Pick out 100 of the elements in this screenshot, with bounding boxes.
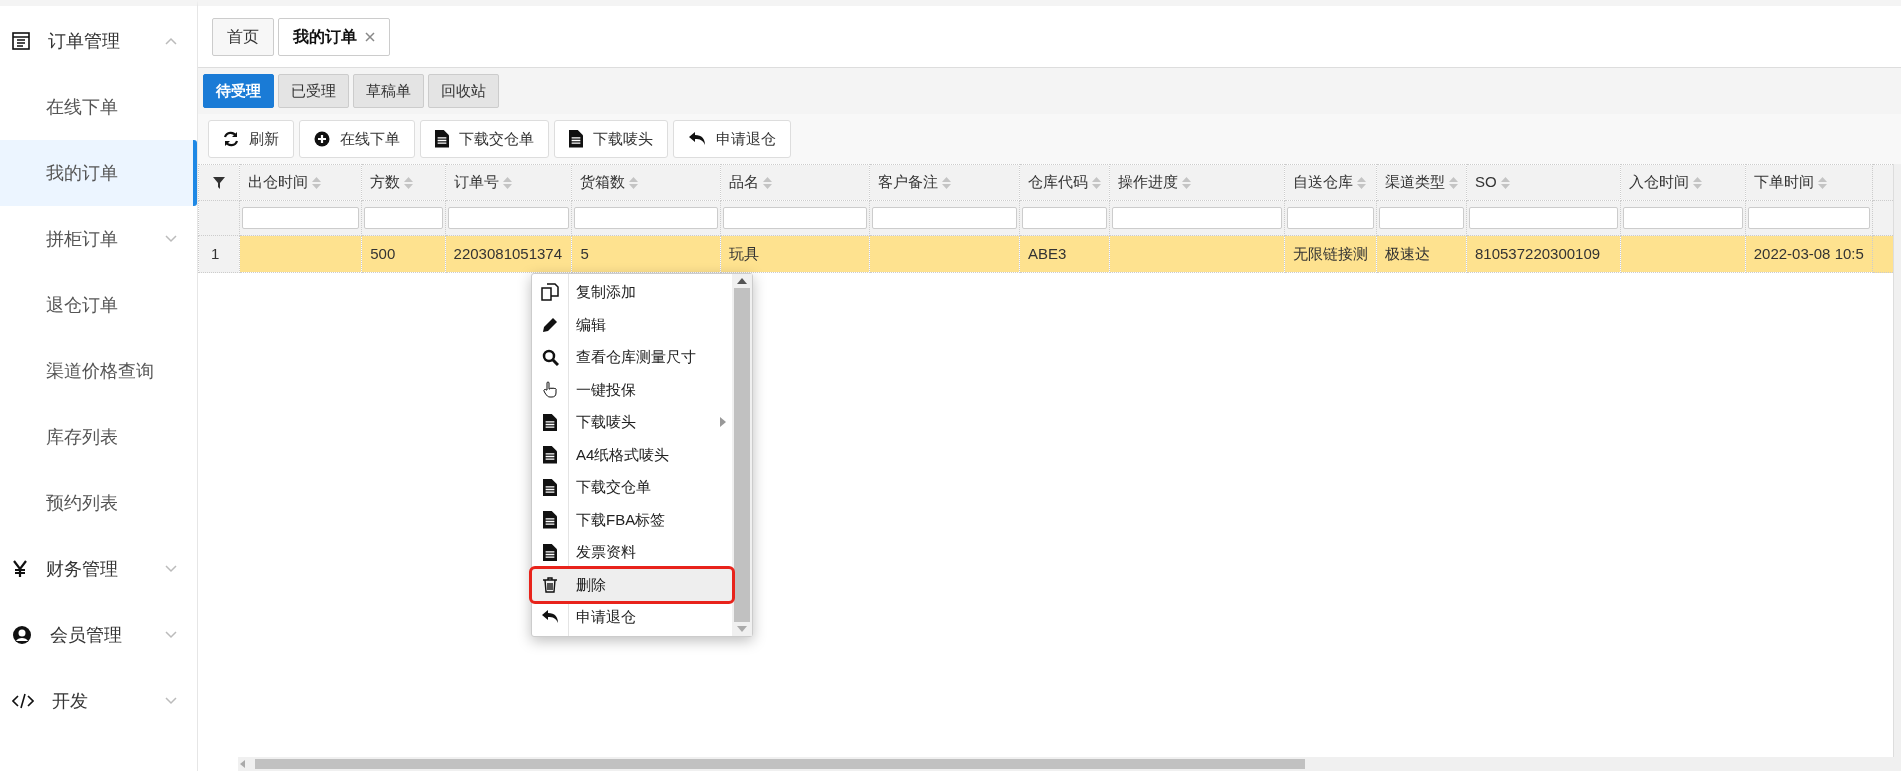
scrollbar-thumb[interactable]	[734, 288, 750, 622]
filter-field[interactable]	[872, 207, 1017, 229]
menu-item[interactable]: 一键投保	[532, 373, 732, 406]
sort-icon	[502, 176, 512, 189]
sort-icon	[1091, 176, 1101, 189]
pointing-hand-icon	[542, 381, 558, 399]
row-number: 1	[211, 244, 220, 262]
sort-icon	[1181, 176, 1191, 189]
close-icon	[365, 31, 375, 42]
filter-field[interactable]	[1111, 207, 1282, 229]
menu-item[interactable]: 申请退仓	[532, 601, 732, 634]
table-cell: 2022-03-08 10:5	[1753, 244, 1864, 262]
scrollbar-track[interactable]	[1893, 164, 1901, 757]
pencil-icon	[542, 316, 558, 333]
sort-icon	[1693, 176, 1703, 189]
menu-item[interactable]: 下载交仓单	[532, 471, 732, 504]
menu-item[interactable]: 下载唛头	[532, 406, 732, 439]
filter-field[interactable]	[1469, 207, 1619, 229]
sort-icon	[1817, 176, 1827, 189]
sort-icon	[404, 176, 414, 189]
table-cell: 500	[370, 244, 396, 262]
filter-field[interactable]	[1379, 207, 1464, 229]
sort-icon	[629, 176, 639, 189]
toolbar-button[interactable]: 刷新	[208, 120, 294, 158]
sidebar-group[interactable]: 财务管理	[0, 536, 197, 602]
user-circle-icon	[12, 625, 32, 645]
sidebar-group[interactable]: 开发	[0, 668, 197, 734]
column-header[interactable]: 品名	[729, 171, 760, 194]
table-cell: ABE3	[1027, 244, 1067, 262]
status-tab[interactable]: 回收站	[428, 74, 499, 108]
table-cell: 5	[580, 244, 589, 262]
filter-field[interactable]	[574, 207, 719, 229]
filter-field[interactable]	[364, 207, 443, 229]
code-icon	[12, 693, 34, 709]
document-icon	[543, 478, 557, 496]
toolbar-button[interactable]: 下载交仓单	[420, 120, 549, 158]
menu-item[interactable]: 编辑	[532, 308, 732, 341]
filter-field[interactable]	[723, 207, 868, 229]
menu-item[interactable]: A4纸格式唛头	[532, 438, 732, 471]
status-tab[interactable]: 已受理	[278, 74, 349, 108]
menu-item[interactable]: 复制添加	[532, 276, 732, 309]
scroll-down-icon	[737, 625, 747, 632]
sort-icon	[942, 176, 952, 189]
sidebar-group[interactable]: 订单管理	[0, 8, 197, 74]
status-tab[interactable]: 草稿单	[353, 74, 424, 108]
document-icon	[543, 543, 557, 561]
toolbar-button[interactable]: 在线下单	[299, 120, 415, 158]
sort-icon	[763, 176, 773, 189]
chevron-down-icon	[165, 235, 177, 243]
menu-item[interactable]: 查看仓库测量尺寸	[532, 341, 732, 374]
table-cell: 2203081051374	[453, 244, 563, 262]
sidebar-item[interactable]: 在线下单	[0, 74, 197, 140]
sidebar-item[interactable]: 退仓订单	[0, 272, 197, 338]
page-tab[interactable]: 我的订单	[278, 17, 390, 56]
filter-field[interactable]	[1747, 207, 1870, 229]
table-cell: 玩具	[729, 244, 760, 262]
submenu-arrow-icon	[720, 417, 726, 428]
trash-icon	[543, 576, 557, 593]
scroll-left-icon[interactable]	[240, 760, 245, 768]
sidebar-group[interactable]: 会员管理	[0, 602, 197, 668]
filter-field[interactable]	[447, 207, 570, 229]
document-icon	[543, 413, 557, 431]
status-tab[interactable]: 待受理	[203, 74, 274, 108]
page-tab[interactable]: 首页	[212, 17, 274, 56]
document-icon	[543, 446, 557, 464]
filter-icon	[212, 176, 225, 189]
sidebar-item[interactable]: 渠道价格查询	[0, 338, 197, 404]
sort-icon	[1500, 176, 1510, 189]
reply-arrow-icon	[688, 131, 706, 147]
document-icon	[435, 130, 449, 148]
plus-circle-icon	[314, 131, 330, 147]
table-cell: 极速达	[1385, 244, 1430, 262]
refresh-icon	[223, 131, 239, 147]
filter-field[interactable]	[1287, 207, 1374, 229]
sidebar-item[interactable]: 我的订单	[0, 140, 197, 206]
filter-field[interactable]	[1623, 207, 1743, 229]
toolbar-button[interactable]: 下载唛头	[554, 120, 668, 158]
scrollbar-thumb[interactable]	[255, 759, 1305, 769]
document-icon	[543, 511, 557, 529]
sort-icon	[1449, 176, 1458, 189]
table-cell: 无限链接测	[1293, 244, 1368, 262]
menu-item[interactable]: 删除	[532, 568, 732, 601]
form-icon	[12, 32, 30, 50]
table-cell: 810537220300109	[1475, 244, 1601, 262]
document-icon	[569, 130, 583, 148]
sort-icon	[1357, 176, 1366, 189]
sidebar-item[interactable]: 预约列表	[0, 470, 197, 536]
yen-icon	[12, 560, 28, 578]
sidebar-item[interactable]: 拼柜订单	[0, 206, 197, 272]
filter-field[interactable]	[1021, 207, 1107, 229]
column-header[interactable]: 货箱数	[580, 171, 626, 194]
toolbar-button[interactable]: 申请退仓	[673, 120, 791, 158]
column-header[interactable]: SO	[1475, 171, 1497, 194]
menu-item[interactable]: 发票资料	[532, 536, 732, 569]
menu-item[interactable]: 下载FBA标签	[532, 503, 732, 536]
copy-icon	[541, 283, 559, 302]
sidebar-item[interactable]: 库存列表	[0, 404, 197, 470]
scroll-up-icon	[737, 278, 747, 284]
sort-icon	[311, 176, 321, 189]
filter-field[interactable]	[241, 207, 360, 229]
